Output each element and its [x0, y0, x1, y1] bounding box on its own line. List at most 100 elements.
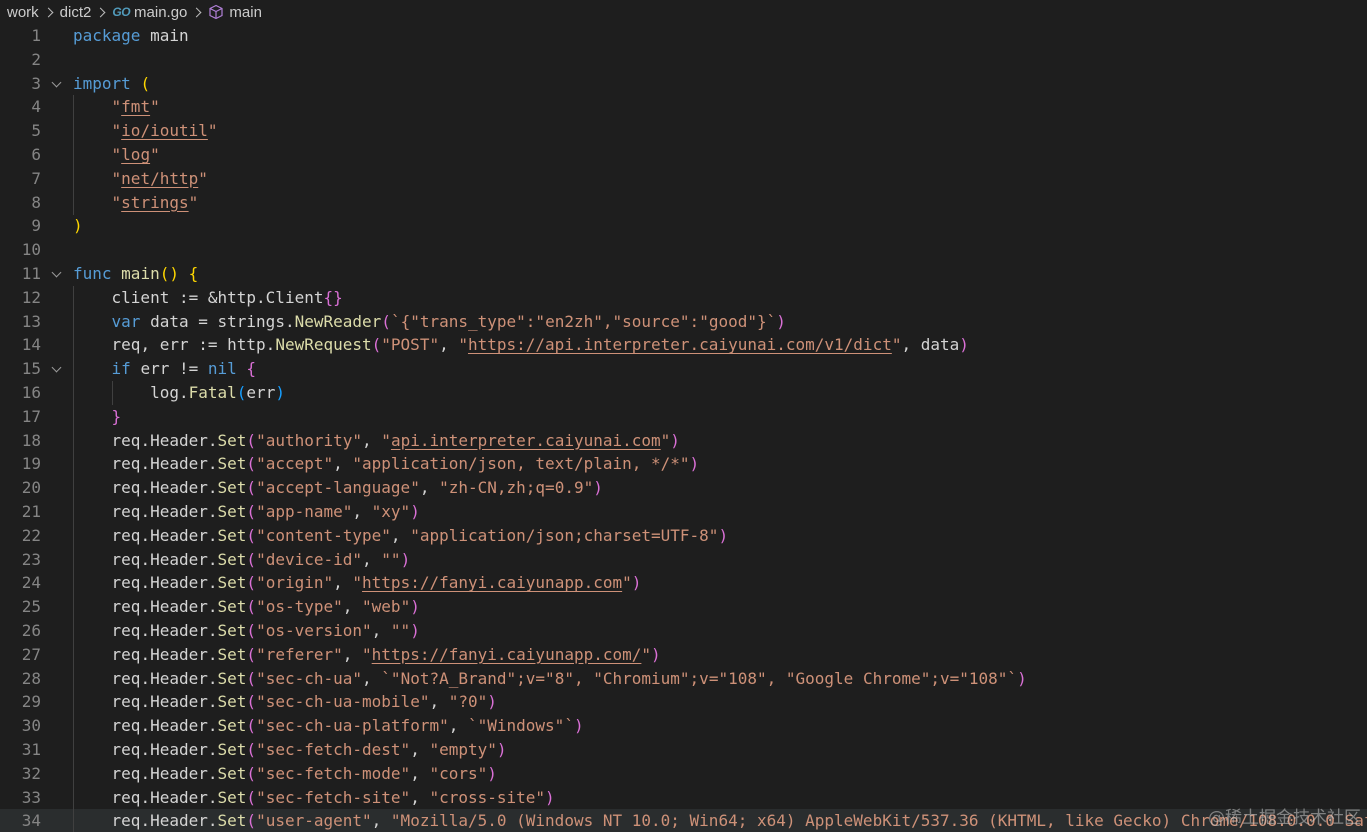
- line-number[interactable]: 24: [0, 571, 41, 595]
- code-text[interactable]: req, err := http.NewRequest("POST", "htt…: [73, 333, 969, 357]
- line-number[interactable]: 27: [0, 643, 41, 667]
- line-number[interactable]: 28: [0, 667, 41, 691]
- code-line[interactable]: 34 req.Header.Set("user-agent", "Mozilla…: [0, 809, 1367, 832]
- code-line[interactable]: 11 func main() {: [0, 262, 1367, 286]
- code-line[interactable]: 22 req.Header.Set("content-type", "appli…: [0, 523, 1367, 548]
- code-text[interactable]: "fmt": [73, 95, 160, 119]
- line-number[interactable]: 6: [0, 143, 41, 167]
- code-line[interactable]: 17 }: [0, 404, 1367, 429]
- line-number[interactable]: 16: [0, 381, 41, 405]
- line-number[interactable]: 5: [0, 119, 41, 143]
- code-text[interactable]: req.Header.Set("sec-fetch-mode", "cors"): [73, 762, 497, 786]
- line-number[interactable]: 22: [0, 524, 41, 548]
- code-text[interactable]: "net/http": [73, 167, 208, 191]
- code-text[interactable]: "strings": [73, 191, 199, 215]
- code-text[interactable]: }: [73, 405, 122, 429]
- code-line[interactable]: 9): [0, 214, 1367, 238]
- code-text[interactable]: req.Header.Set("user-agent", "Mozilla/5.…: [73, 809, 1367, 832]
- code-text[interactable]: req.Header.Set("accept-language", "zh-CN…: [73, 476, 603, 500]
- code-line[interactable]: 33 req.Header.Set("sec-fetch-site", "cro…: [0, 785, 1367, 810]
- code-text[interactable]: req.Header.Set("sec-fetch-dest", "empty"…: [73, 738, 507, 762]
- code-line[interactable]: 27 req.Header.Set("referer", "https://fa…: [0, 642, 1367, 667]
- code-text[interactable]: req.Header.Set("sec-ch-ua-platform", `"W…: [73, 714, 584, 738]
- code-text[interactable]: ): [73, 214, 83, 238]
- code-text[interactable]: "io/ioutil": [73, 119, 218, 143]
- breadcrumb-item-symbol[interactable]: main: [229, 4, 262, 21]
- line-number[interactable]: 26: [0, 619, 41, 643]
- code-line[interactable]: 15 if err != nil {: [0, 357, 1367, 382]
- code-line[interactable]: 26 req.Header.Set("os-version", ""): [0, 618, 1367, 643]
- line-number[interactable]: 7: [0, 167, 41, 191]
- code-line[interactable]: 13 var data = strings.NewReader(`{"trans…: [0, 309, 1367, 334]
- code-text[interactable]: func main() {: [73, 262, 198, 286]
- code-line[interactable]: 5 "io/ioutil": [0, 119, 1367, 144]
- code-editor[interactable]: 1 package main 2 3 import (4 "fmt" 5 "io/iout…: [0, 24, 1367, 832]
- code-text[interactable]: req.Header.Set("sec-ch-ua-mobile", "?0"): [73, 690, 497, 714]
- code-line[interactable]: 28 req.Header.Set("sec-ch-ua", `"Not?A_B…: [0, 666, 1367, 691]
- breadcrumb-item-work[interactable]: work: [7, 4, 39, 21]
- line-number[interactable]: 21: [0, 500, 41, 524]
- code-line[interactable]: 21 req.Header.Set("app-name", "xy"): [0, 499, 1367, 524]
- code-line[interactable]: 14 req, err := http.NewRequest("POST", "…: [0, 333, 1367, 358]
- line-number[interactable]: 11: [0, 262, 41, 286]
- line-number[interactable]: 12: [0, 286, 41, 310]
- line-number[interactable]: 15: [0, 357, 41, 381]
- code-text[interactable]: package main: [73, 24, 189, 48]
- code-line[interactable]: 30 req.Header.Set("sec-ch-ua-platform", …: [0, 714, 1367, 739]
- fold-chevron-icon[interactable]: [51, 267, 62, 278]
- code-text[interactable]: req.Header.Set("sec-ch-ua", `"Not?A_Bran…: [73, 667, 1027, 691]
- line-number[interactable]: 20: [0, 476, 41, 500]
- code-text[interactable]: req.Header.Set("accept", "application/js…: [73, 452, 700, 476]
- code-line[interactable]: 8 "strings": [0, 190, 1367, 215]
- line-number[interactable]: 10: [0, 238, 41, 262]
- code-line[interactable]: 20 req.Header.Set("accept-language", "zh…: [0, 476, 1367, 501]
- line-number[interactable]: 25: [0, 595, 41, 619]
- code-line[interactable]: 32 req.Header.Set("sec-fetch-mode", "cor…: [0, 761, 1367, 786]
- fold-chevron-icon[interactable]: [51, 77, 62, 88]
- code-line[interactable]: 16 log.Fatal(err): [0, 380, 1367, 405]
- code-line[interactable]: 24 req.Header.Set("origin", "https://fan…: [0, 571, 1367, 596]
- code-text[interactable]: req.Header.Set("content-type", "applicat…: [73, 524, 729, 548]
- code-text[interactable]: req.Header.Set("os-type", "web"): [73, 595, 420, 619]
- line-number[interactable]: 33: [0, 786, 41, 810]
- code-line[interactable]: 4 "fmt": [0, 95, 1367, 120]
- code-text[interactable]: import (: [73, 72, 150, 96]
- code-line[interactable]: 12 client := &http.Client{}: [0, 285, 1367, 310]
- code-line[interactable]: 1 package main: [0, 24, 1367, 48]
- line-number[interactable]: 9: [0, 214, 41, 238]
- code-text[interactable]: req.Header.Set("sec-fetch-site", "cross-…: [73, 786, 555, 810]
- code-line[interactable]: 19 req.Header.Set("accept", "application…: [0, 452, 1367, 477]
- line-number[interactable]: 1: [0, 24, 41, 48]
- line-number[interactable]: 14: [0, 333, 41, 357]
- breadcrumb-item-file[interactable]: main.go: [134, 4, 187, 21]
- line-number[interactable]: 31: [0, 738, 41, 762]
- code-line[interactable]: 25 req.Header.Set("os-type", "web"): [0, 595, 1367, 620]
- code-text[interactable]: log.Fatal(err): [73, 381, 285, 405]
- code-text[interactable]: req.Header.Set("app-name", "xy"): [73, 500, 420, 524]
- line-number[interactable]: 34: [0, 809, 41, 832]
- code-text[interactable]: if err != nil {: [73, 357, 257, 381]
- code-text[interactable]: req.Header.Set("device-id", ""): [73, 548, 411, 572]
- fold-chevron-icon[interactable]: [51, 362, 62, 373]
- code-line[interactable]: 10: [0, 238, 1367, 262]
- line-number[interactable]: 17: [0, 405, 41, 429]
- line-number[interactable]: 4: [0, 95, 41, 119]
- code-text[interactable]: req.Header.Set("authority", "api.interpr…: [73, 429, 680, 453]
- code-line[interactable]: 6 "log": [0, 142, 1367, 167]
- code-text[interactable]: req.Header.Set("origin", "https://fanyi.…: [73, 571, 642, 595]
- code-text[interactable]: var data = strings.NewReader(`{"trans_ty…: [73, 310, 786, 334]
- line-number[interactable]: 32: [0, 762, 41, 786]
- line-number[interactable]: 23: [0, 548, 41, 572]
- code-line[interactable]: 3 import (: [0, 72, 1367, 96]
- code-line[interactable]: 7 "net/http": [0, 166, 1367, 191]
- breadcrumb-item-dict2[interactable]: dict2: [60, 4, 92, 21]
- line-number[interactable]: 3: [0, 72, 41, 96]
- code-text[interactable]: req.Header.Set("os-version", ""): [73, 619, 420, 643]
- code-line[interactable]: 18 req.Header.Set("authority", "api.inte…: [0, 428, 1367, 453]
- line-number[interactable]: 2: [0, 48, 41, 72]
- line-number[interactable]: 8: [0, 191, 41, 215]
- line-number[interactable]: 13: [0, 310, 41, 334]
- line-number[interactable]: 18: [0, 429, 41, 453]
- line-number[interactable]: 30: [0, 714, 41, 738]
- line-number[interactable]: 19: [0, 452, 41, 476]
